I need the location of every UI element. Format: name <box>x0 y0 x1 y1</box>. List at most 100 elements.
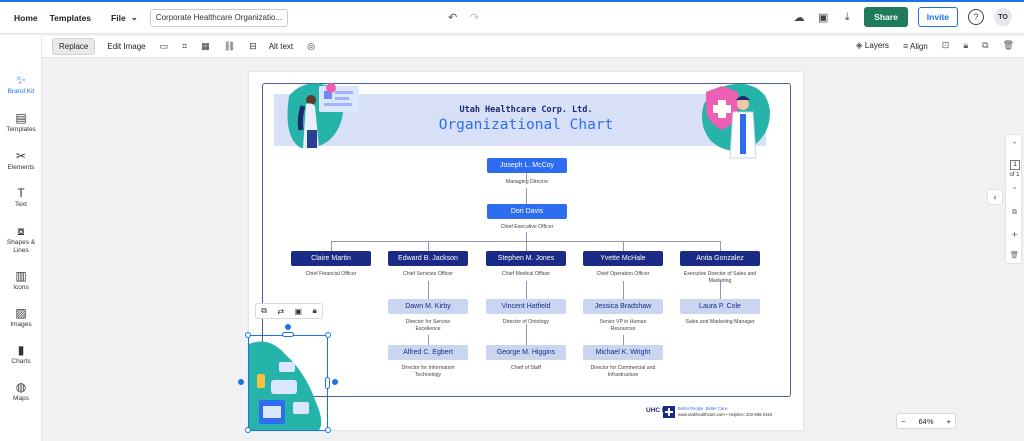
edit-image-button[interactable]: Edit Image <box>107 42 145 51</box>
resize-handle-nw[interactable] <box>245 332 251 338</box>
org-role-cole[interactable]: Sales and Marketing Manager <box>685 319 755 326</box>
org-node-kirby[interactable]: Dawn M. Kirby <box>388 299 468 314</box>
design-page[interactable]: Utah Healthcare Corp. Ltd. Organizationa… <box>249 72 803 430</box>
resize-handle-sw[interactable] <box>245 427 251 433</box>
org-role-gonzalez[interactable]: Executive Director of Sales and Marketin… <box>680 271 760 285</box>
resize-handle-se[interactable] <box>325 427 331 433</box>
org-role-hatfield[interactable]: Director of Ontology <box>476 319 576 326</box>
align-button[interactable]: ≡ Align <box>903 41 928 51</box>
cloud-save-icon[interactable]: ☁ <box>792 10 806 24</box>
delete-icon[interactable]: 🗑︎ <box>1003 40 1014 51</box>
zoom-out-button[interactable]: − <box>901 417 905 426</box>
org-node-bradshaw[interactable]: Jessica Bradshaw <box>583 299 663 314</box>
company-name[interactable]: Utah Healthcare Corp. Ltd. <box>249 105 803 115</box>
replace-button[interactable]: Replace <box>52 38 96 55</box>
footer-tagline[interactable]: Better People. Better Care. <box>678 406 728 411</box>
org-role-wright[interactable]: Director for Commercial and Infrastructu… <box>588 365 658 379</box>
document-name-field[interactable]: Corporate Healthcare Organizatio... <box>149 8 288 27</box>
zoom-in-button[interactable]: + <box>947 417 951 426</box>
sidebar-item-templates[interactable]: ▤ Templates <box>0 111 42 134</box>
resize-handle-ne[interactable] <box>325 332 331 338</box>
sidebar-item-icons[interactable]: ▥ Icons <box>0 269 42 292</box>
org-node-davis[interactable]: Dori Davis <box>487 204 567 219</box>
org-role-kirby[interactable]: Director for Service Excellence <box>393 319 463 333</box>
org-node-cole[interactable]: Laura P. Cole <box>680 299 760 314</box>
lock-icon[interactable]: 🔒︎ <box>313 306 317 316</box>
selection-box[interactable] <box>248 335 328 431</box>
org-role-jones[interactable]: Chief Medical Officer <box>476 271 576 278</box>
resize-handle-n[interactable] <box>282 332 294 337</box>
org-node-higgins[interactable]: George M. Higgins <box>486 345 566 360</box>
sidebar-item-brand-kit[interactable]: ✨︎ Brand Kit <box>0 73 42 96</box>
left-sidebar: ✨︎ Brand Kit ▤ Templates ✂︎ Elements T Text … <box>0 35 42 441</box>
share-button[interactable]: Share <box>864 7 908 27</box>
org-node-martin[interactable]: Claire Martin <box>291 251 371 266</box>
resize-handle-e-dot[interactable] <box>332 379 338 385</box>
org-node-egbert[interactable]: Alfred C. Egbert <box>388 345 468 360</box>
position-icon[interactable]: ⊟ <box>249 41 257 52</box>
connector-line <box>428 281 429 299</box>
help-icon[interactable]: ? <box>968 9 984 25</box>
org-role-jackson[interactable]: Chief Services Officer <box>378 271 478 278</box>
layers-button[interactable]: ◈ Layers <box>856 40 889 51</box>
alt-text-button[interactable]: Alt text <box>269 42 293 51</box>
page-number-input[interactable]: 1 <box>1010 160 1020 170</box>
org-node-wright[interactable]: Michael K. Wright <box>583 345 663 360</box>
transparency-icon[interactable]: ▦ <box>201 41 210 52</box>
org-node-hatfield[interactable]: Vincent Hatfield <box>486 299 566 314</box>
sidebar-item-maps[interactable]: ◍ Maps <box>0 380 42 403</box>
org-node-gonzalez[interactable]: Anita Gonzalez <box>680 251 760 266</box>
crop-icon[interactable]: ⌗ <box>182 41 187 52</box>
border-icon[interactable]: ▭ <box>160 41 169 52</box>
avatar[interactable]: TO <box>994 8 1012 26</box>
resize-handle-e[interactable] <box>325 377 330 389</box>
org-role-higgins[interactable]: Chief of Staff <box>476 365 576 372</box>
replace-image-icon[interactable]: ⇄ <box>277 307 284 316</box>
file-menu[interactable]: File ⌄ <box>111 12 138 23</box>
templates-link[interactable]: Templates <box>50 13 91 23</box>
chevron-down-icon[interactable]: ⌄ <box>1006 183 1023 191</box>
duplicate-page-icon[interactable]: ⧉ <box>1006 209 1023 217</box>
invite-button[interactable]: Invite <box>917 7 958 27</box>
org-role-bradshaw[interactable]: Senior VP in Human Resources <box>588 319 658 333</box>
animate-icon[interactable]: ◎ <box>307 41 315 52</box>
org-role-mccoy[interactable]: Managing Director <box>467 179 587 186</box>
sidebar-item-elements[interactable]: ✂︎ Elements <box>0 149 42 172</box>
redo-icon[interactable]: ↷ <box>470 11 479 24</box>
org-node-jones[interactable]: Stephen M. Jones <box>486 251 566 266</box>
maps-icon: ◍ <box>15 380 27 394</box>
sidebar-item-label: Icons <box>13 284 29 291</box>
duplicate-icon[interactable]: ⧉ <box>261 306 267 316</box>
group-icon[interactable]: ⊡ <box>942 40 950 51</box>
undo-icon[interactable]: ↶ <box>448 11 457 24</box>
delete-page-icon[interactable]: 🗑︎ <box>1006 251 1023 259</box>
chart-title[interactable]: Organizational Chart <box>249 117 803 133</box>
org-node-mccoy[interactable]: Joseph L. McCoy <box>487 158 567 173</box>
org-role-mchale[interactable]: Chief Operation Officer <box>573 271 673 278</box>
home-link[interactable]: Home <box>14 13 38 23</box>
org-node-jackson[interactable]: Edward B. Jackson <box>388 251 468 266</box>
chevron-up-icon[interactable]: ⌃ <box>1006 141 1023 149</box>
zoom-level[interactable]: 64% <box>918 417 933 426</box>
duplicate-icon[interactable]: ⧉ <box>982 40 988 51</box>
link-icon[interactable]: ⛓ <box>224 41 235 52</box>
preview-icon[interactable]: ▣ <box>816 10 830 24</box>
org-role-davis[interactable]: Chief Executive Officer <box>467 224 587 231</box>
footer-contact[interactable]: www.utahhealthcare.com • Helpline: 202-5… <box>678 412 772 417</box>
sidebar-item-text[interactable]: T Text <box>0 186 42 209</box>
rotate-handle[interactable] <box>285 324 291 330</box>
org-role-egbert[interactable]: Director for Information Technology <box>393 365 463 379</box>
resize-handle-w[interactable] <box>238 379 244 385</box>
sidebar-item-charts[interactable]: ▮ Charts <box>0 343 42 366</box>
connector-line <box>623 281 624 299</box>
org-node-mchale[interactable]: Yvette McHale <box>583 251 663 266</box>
sidebar-item-shapes[interactable]: ⧇ Shapes & Lines <box>0 224 42 254</box>
org-role-martin[interactable]: Chief Financial Officer <box>281 271 381 278</box>
download-icon[interactable]: ⤓ <box>840 10 854 24</box>
collapse-panel-button[interactable]: ‹ <box>987 189 1003 205</box>
image-settings-icon[interactable]: ▣ <box>295 307 303 316</box>
add-page-icon[interactable]: + <box>1006 230 1023 241</box>
elements-icon: ✂︎ <box>15 149 27 163</box>
sidebar-item-images[interactable]: ▨ Images <box>0 306 42 329</box>
lock-icon[interactable]: 🔒︎ <box>963 40 968 51</box>
